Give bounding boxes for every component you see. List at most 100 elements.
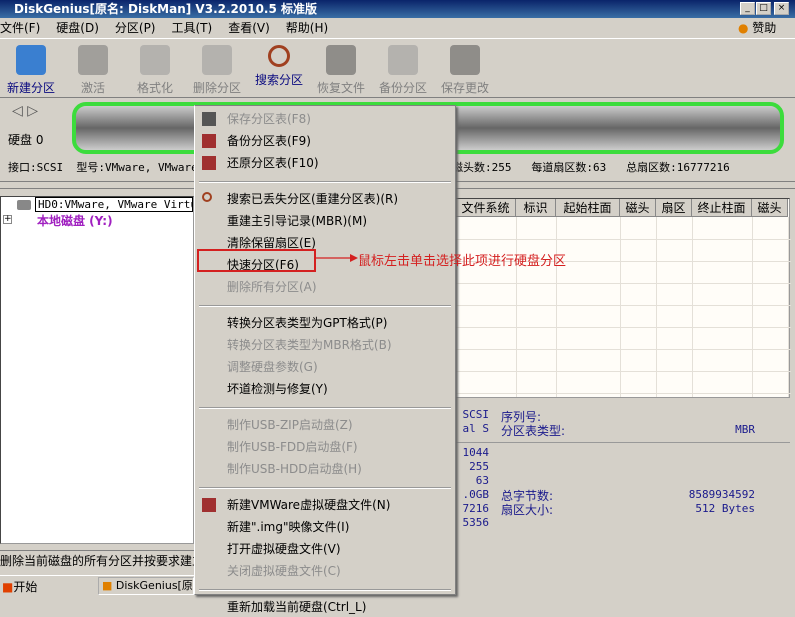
- laptop-icon: [16, 45, 46, 75]
- plug-icon: [78, 45, 108, 75]
- toolbar-label: 保存更改: [440, 81, 489, 95]
- menu-4[interactable]: 查看(V): [228, 18, 270, 38]
- menu-separator: [199, 181, 451, 183]
- menu-0[interactable]: 文件(F): [0, 18, 40, 38]
- maximize-button[interactable]: □: [756, 2, 771, 15]
- tree-item-disk[interactable]: HD0:VMware, VMware Virtual: [35, 197, 193, 212]
- heart-icon: ●: [738, 21, 753, 35]
- nav-arrows[interactable]: ◁ ▷: [12, 103, 38, 119]
- toolbar-button-6[interactable]: 备份分区: [372, 39, 434, 97]
- pt-type-label: 分区表类型:: [501, 424, 566, 438]
- context-menu-item[interactable]: 还原分区表(F10): [227, 153, 319, 173]
- toolbar-button-5[interactable]: 恢复文件: [310, 39, 372, 97]
- annotation-arrow: [316, 254, 358, 262]
- toolbar-label: 备份分区: [378, 81, 427, 95]
- status-bar: 删除当前磁盘的所有分区并按要求建立: [0, 550, 194, 570]
- disk-info-right: 磁头数:255 每道扇区数:63 总扇区数:16777216: [452, 161, 730, 174]
- menu-bar: 文件(F) 硬盘(D) 分区(P) 工具(T) 查看(V) 帮助(H): [0, 18, 795, 38]
- menu-2[interactable]: 分区(P): [115, 18, 156, 38]
- disc-icon: [388, 45, 418, 75]
- search-icon: [202, 192, 212, 202]
- toolbar-button-4[interactable]: 搜索分区: [248, 39, 310, 97]
- info-value: .0GB: [462, 488, 490, 501]
- title-bar: DiskGenius[原名: DiskMan] V3.2.2010.5 标准版: [0, 0, 795, 18]
- info-value: 5356: [462, 516, 490, 529]
- info-value: al S: [462, 422, 490, 435]
- toolbar-label: 新建分区: [6, 81, 55, 95]
- toolbar-button-0[interactable]: 新建分区: [0, 39, 62, 97]
- info-value: SCSI: [462, 408, 490, 421]
- column-header[interactable]: 标识: [516, 199, 556, 217]
- disk-tree: HD0:VMware, VMware Virtual + 本地磁盘 (Y:): [0, 196, 194, 544]
- context-menu-item[interactable]: 打开虚拟硬盘文件(V): [227, 539, 341, 559]
- restore-icon: [326, 45, 356, 75]
- context-menu-item[interactable]: 备份分区表(F9): [227, 131, 311, 151]
- column-header[interactable]: 文件系统: [456, 199, 516, 217]
- context-menu-item[interactable]: 搜索已丢失分区(重建分区表)(R): [227, 189, 398, 209]
- context-menu-item[interactable]: 转换分区表类型为MBR格式(B): [227, 335, 392, 355]
- restore-table-icon: [202, 156, 216, 170]
- menu-5[interactable]: 帮助(H): [286, 18, 328, 38]
- sponsor-label: 赞助: [752, 21, 777, 35]
- toolbar: 新建分区 激活 格式化 删除分区 搜索分区 恢复文件 备份分区 保存更改: [0, 38, 795, 98]
- magnifier-icon: [268, 45, 290, 67]
- hard-disk-icon: [17, 200, 31, 210]
- start-button[interactable]: ■开始: [2, 578, 37, 595]
- info-value: 255: [469, 460, 489, 473]
- column-header[interactable]: 起始柱面: [556, 199, 620, 217]
- context-menu-item[interactable]: 制作USB-FDD启动盘(F): [227, 437, 358, 457]
- menu-separator: [199, 589, 451, 591]
- toolbar-button-7[interactable]: 保存更改: [434, 39, 496, 97]
- save-icon: [450, 45, 480, 75]
- minimize-button[interactable]: _: [740, 2, 755, 15]
- window-title: DiskGenius[原名: DiskMan] V3.2.2010.5 标准版: [14, 2, 318, 16]
- toolbar-label: 格式化: [136, 81, 173, 95]
- toolbar-button-2[interactable]: 格式化: [124, 39, 186, 97]
- column-header[interactable]: 终止柱面: [692, 199, 752, 217]
- context-menu-item[interactable]: 坏道检测与修复(Y): [227, 379, 328, 399]
- app-icon: ■: [102, 579, 113, 592]
- disk-label: 硬盘 0: [8, 133, 44, 147]
- context-menu-item[interactable]: 调整硬盘参数(G): [227, 357, 318, 377]
- context-menu-item[interactable]: 新建VMWare虚拟硬盘文件(N): [227, 495, 390, 515]
- pt-type-value: MBR: [735, 423, 755, 436]
- sponsor-link[interactable]: ● 赞助: [738, 18, 776, 38]
- menu-separator: [199, 305, 451, 307]
- context-menu-item[interactable]: 新建".img"映像文件(I): [227, 517, 349, 537]
- total-bytes-value: 8589934592: [688, 488, 755, 501]
- tree-item-local-disk[interactable]: 本地磁盘 (Y:): [37, 212, 113, 229]
- menu-1[interactable]: 硬盘(D): [56, 18, 99, 38]
- sector-size-label: 扇区大小:: [501, 503, 554, 517]
- context-menu-item[interactable]: 保存分区表(F8): [227, 109, 311, 129]
- column-header[interactable]: 磁头: [752, 199, 788, 217]
- toolbar-button-1[interactable]: 激活: [62, 39, 124, 97]
- disk-info: 接口:SCSI 型号:VMware, VMware V: [8, 161, 211, 174]
- expand-icon[interactable]: +: [3, 215, 12, 224]
- toolbar-button-3[interactable]: 删除分区: [186, 39, 248, 97]
- vmware-icon: [202, 498, 216, 512]
- context-menu-item[interactable]: 删除所有分区(A): [227, 277, 317, 297]
- column-header[interactable]: 扇区: [656, 199, 692, 217]
- taskbar-app-button[interactable]: ■ DiskGenius[原名: [98, 577, 194, 595]
- menu-3[interactable]: 工具(T): [172, 18, 213, 38]
- context-menu-item[interactable]: 转换分区表类型为GPT格式(P): [227, 313, 387, 333]
- context-menu-item[interactable]: 关闭虚拟硬盘文件(C): [227, 561, 341, 581]
- context-menu-item[interactable]: 制作USB-HDD启动盘(H): [227, 459, 362, 479]
- context-menu-item[interactable]: 制作USB-ZIP启动盘(Z): [227, 415, 353, 435]
- close-button[interactable]: ×: [774, 2, 789, 15]
- highlight-box: [197, 249, 316, 272]
- context-menu-item[interactable]: 重建主引导记录(MBR)(M): [227, 211, 367, 231]
- windows-logo-icon: ■: [2, 580, 14, 594]
- toolbar-label: 搜索分区: [254, 73, 303, 87]
- annotation-text: 鼠标左击单击选择此项进行硬盘分区: [358, 254, 567, 269]
- partition-table: 文件系统 标识 起始柱面 磁头 扇区 终止柱面 磁头: [455, 198, 791, 398]
- info-value: 7216: [462, 502, 490, 515]
- context-menu-item[interactable]: 重新加载当前硬盘(Ctrl_L): [227, 597, 366, 617]
- disk-details: SCSI al S 1044 255 63.0GB 7216 5356 序列号: 分区表类型…: [455, 400, 790, 540]
- column-header[interactable]: 磁头: [620, 199, 656, 217]
- info-value: 1044: [462, 446, 490, 459]
- toolbar-label: 删除分区: [192, 81, 241, 95]
- toolbar-label: 恢复文件: [316, 81, 365, 95]
- taskbar: ■开始 ■ DiskGenius[原名: [0, 575, 194, 595]
- start-label: 开始: [13, 580, 38, 594]
